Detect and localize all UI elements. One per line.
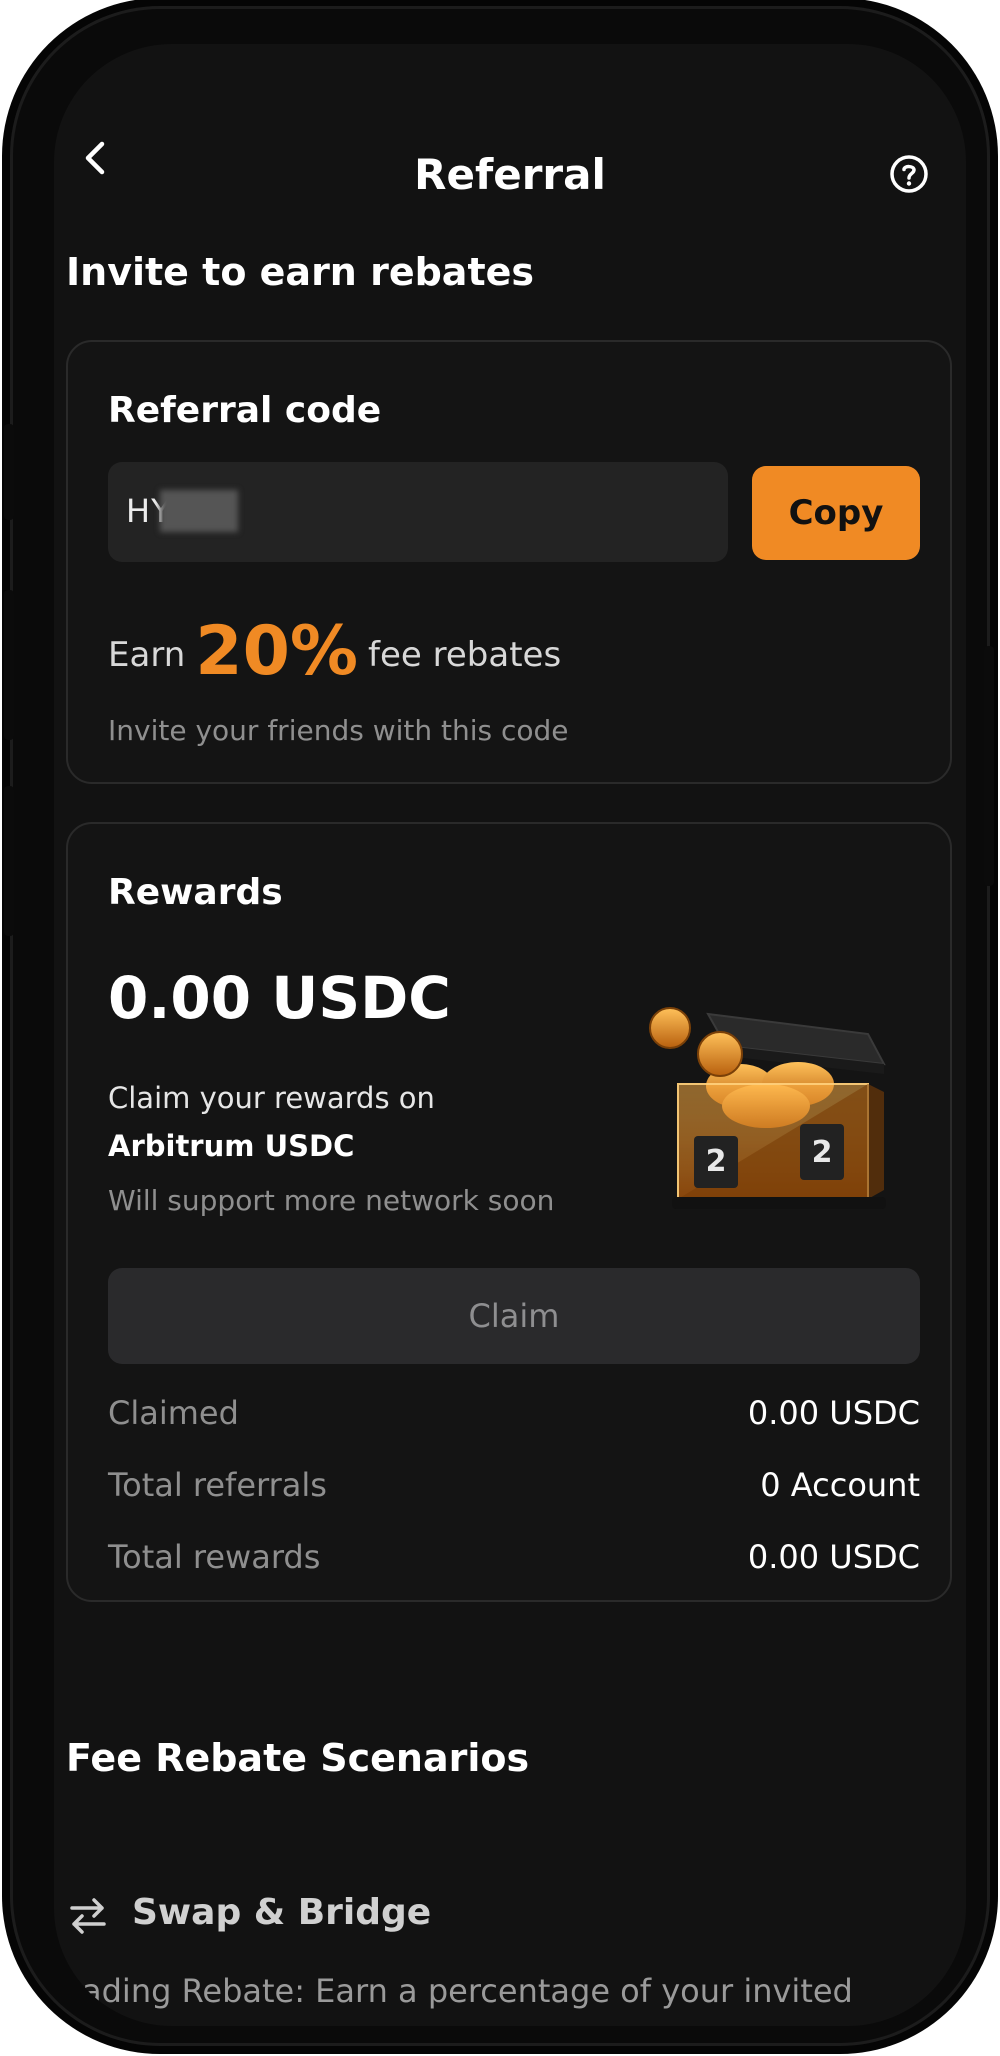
referral-code-title: Referral code	[108, 390, 382, 431]
swap-arrows-icon	[70, 1898, 106, 1934]
copy-button[interactable]: Copy	[752, 466, 920, 560]
earn-rebate-line: Earn 20% fee rebates	[108, 612, 561, 691]
stat-row-total-referrals: Total referrals 0 Account	[108, 1466, 920, 1514]
rebate-percent: 20%	[195, 612, 359, 691]
invite-heading: Invite to earn rebates	[66, 250, 535, 294]
referral-code-card: Referral code HY PE Copy Earn20%fee reba…	[66, 340, 952, 784]
stat-label: Claimed	[108, 1394, 239, 1432]
rewards-title: Rewards	[108, 872, 283, 913]
claim-network: Arbitrum USDC	[108, 1129, 355, 1163]
stat-row-claimed: Claimed 0.00 USDC	[108, 1394, 920, 1442]
app-screen: Referral Invite to earn rebates Referral…	[54, 44, 966, 2026]
referral-code-field[interactable]: HY PE	[108, 462, 728, 562]
claim-prefix: Claim your rewards on	[108, 1081, 435, 1115]
earn-suffix: fee rebates	[368, 635, 562, 675]
support-hint: Will support more network soon	[108, 1184, 555, 1217]
reward-amount: 0.00 USDC	[108, 964, 451, 1032]
claim-button[interactable]: Claim	[108, 1268, 920, 1364]
page-title: Referral	[414, 150, 606, 199]
stat-value: 0.00 USDC	[747, 1538, 920, 1576]
mute-switch	[4, 424, 14, 520]
redaction-mask	[160, 490, 238, 532]
svg-text:2: 2	[812, 1135, 833, 1170]
stat-row-total-rewards: Total rewards 0.00 USDC	[108, 1538, 920, 1586]
question-circle-icon[interactable]	[889, 154, 929, 194]
volume-up-button	[4, 590, 14, 740]
scenario-description: Trading Rebate: Earn a percentage of you…	[54, 1972, 853, 2010]
phone-frame: Referral Invite to earn rebates Referral…	[4, 6, 994, 2046]
earn-prefix: Earn	[108, 635, 186, 675]
scenario-swap-bridge[interactable]: Swap & Bridge	[66, 1886, 946, 1946]
invite-hint: Invite your friends with this code	[108, 714, 569, 747]
scenarios-heading: Fee Rebate Scenarios	[66, 1736, 530, 1780]
stat-value: 0 Account	[760, 1466, 920, 1504]
stat-label: Total referrals	[108, 1466, 327, 1504]
treasure-chest-illustration: 2 2	[649, 1007, 886, 1209]
scenario-label: Swap & Bridge	[132, 1892, 432, 1933]
stat-value: 0.00 USDC	[747, 1394, 920, 1432]
stat-label: Total rewards	[108, 1538, 321, 1576]
svg-text:2: 2	[706, 1144, 727, 1179]
claim-info: Claim your rewards on Arbitrum USDC	[108, 1074, 588, 1170]
volume-down-button	[4, 786, 14, 936]
rewards-card: Rewards 0.00 USDC Claim your rewards on …	[66, 822, 952, 1602]
power-button	[984, 646, 994, 886]
top-bar: Referral	[54, 104, 966, 199]
